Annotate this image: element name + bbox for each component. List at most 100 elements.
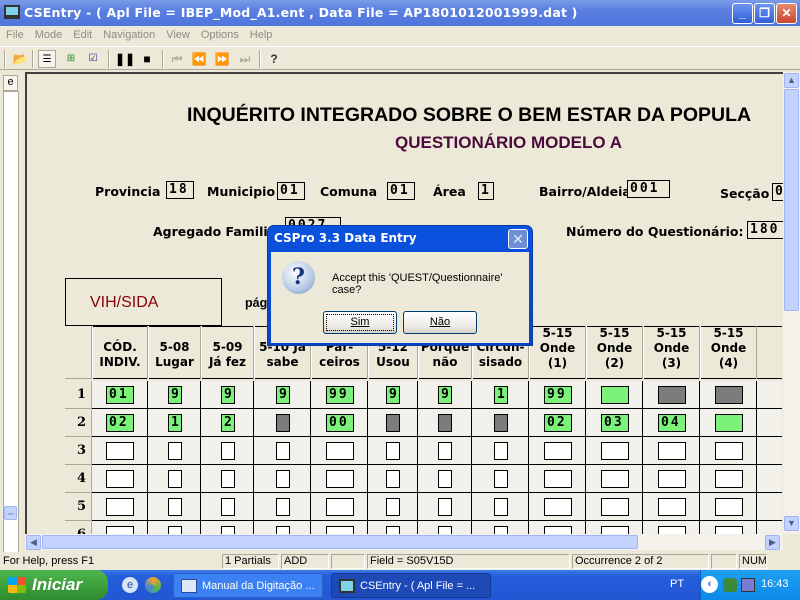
area-field[interactable]: 1 [478,182,494,200]
entry-field[interactable] [168,526,182,534]
scroll-left-icon[interactable]: ◀ [26,535,41,550]
entry-field[interactable] [544,442,572,460]
entry-field[interactable] [106,470,134,488]
menu-file[interactable]: File [0,26,29,41]
entry-field[interactable] [494,526,508,534]
menu-help[interactable]: Help [244,26,278,41]
case-tree-tab[interactable]: e [3,75,18,91]
entry-field[interactable] [221,470,235,488]
entry-field[interactable] [715,470,743,488]
entry-field[interactable]: 1 [494,386,508,404]
clock[interactable]: 16:43 [761,578,789,590]
row-number[interactable]: 5 [65,493,92,521]
start-button[interactable]: Iniciar [0,570,108,600]
dialog-close-button[interactable]: ✕ [508,229,528,249]
entry-field[interactable]: 99 [544,386,572,404]
entry-field[interactable] [221,442,235,460]
entry-field[interactable]: 1 [168,414,182,432]
show-hidden-icons-icon[interactable]: ‹ [701,576,718,593]
entry-field[interactable] [168,498,182,516]
entry-field[interactable] [658,498,686,516]
entry-field[interactable] [601,442,629,460]
entry-field[interactable] [276,442,290,460]
entry-field[interactable] [601,386,629,404]
entry-field[interactable]: 2 [221,414,235,432]
horizontal-scrollbar[interactable]: ◀ ▶ [25,534,783,550]
network-warning-icon[interactable] [723,578,737,592]
entry-field[interactable] [658,470,686,488]
provincia-field[interactable]: 18 [166,181,194,199]
entry-field[interactable] [168,442,182,460]
entry-field[interactable]: 99 [326,386,354,404]
entry-field[interactable] [106,442,134,460]
entry-field[interactable] [386,526,400,534]
menu-edit[interactable]: Edit [67,26,97,41]
entry-field[interactable] [106,526,134,534]
entry-field[interactable] [544,526,572,534]
entry-field[interactable] [326,498,354,516]
comuna-field[interactable]: 01 [387,182,415,200]
open-icon[interactable]: 📂 [11,50,29,68]
verify-icon[interactable]: ☑ [84,50,102,68]
help-icon[interactable]: ? [265,50,283,68]
quicklaunch-ie-icon[interactable]: e [122,577,138,593]
entry-field[interactable] [168,470,182,488]
previous-icon[interactable]: ⏪ [190,50,208,68]
entry-field[interactable] [276,498,290,516]
scroll-up-icon[interactable]: ▲ [784,73,799,88]
task-manual-digitacao[interactable]: Manual da Digitação ... [173,573,323,598]
entry-field[interactable]: 9 [438,386,452,404]
entry-field[interactable] [276,414,290,432]
entry-field[interactable] [715,414,743,432]
entry-field[interactable]: 9 [386,386,400,404]
entry-field[interactable] [438,442,452,460]
menu-navigation[interactable]: Navigation [97,26,160,41]
close-button[interactable]: ✕ [776,3,797,24]
entry-field[interactable] [438,526,452,534]
entry-field[interactable] [438,414,452,432]
entry-field[interactable] [715,386,743,404]
row-number[interactable]: 2 [65,409,92,437]
vertical-scrollbar[interactable]: ▲ ▼ [783,72,800,534]
first-icon[interactable]: ⏮ [168,50,186,68]
entry-field[interactable] [494,470,508,488]
entry-field[interactable]: 02 [106,414,134,432]
last-icon[interactable]: ⏭ [236,50,254,68]
bairro-field[interactable]: 001 [627,180,670,198]
entry-field[interactable] [386,414,400,432]
entry-field[interactable]: 9 [221,386,235,404]
entry-field[interactable]: 04 [658,414,686,432]
entry-field[interactable]: 00 [326,414,354,432]
pause-icon[interactable]: ❚❚ [115,50,135,68]
row-number[interactable]: 1 [65,381,92,409]
entry-field[interactable] [221,498,235,516]
entry-field[interactable] [221,526,235,534]
entry-field[interactable] [438,498,452,516]
entry-field[interactable] [386,498,400,516]
minimize-button[interactable]: _ [732,3,753,24]
horizontal-scroll-thumb[interactable] [42,535,638,549]
municipio-field[interactable]: 01 [277,182,305,200]
entry-field[interactable] [601,470,629,488]
entry-field[interactable] [326,526,354,534]
stop-icon[interactable]: ■ [138,50,156,68]
entry-field[interactable]: 9 [276,386,290,404]
entry-field[interactable]: 01 [106,386,134,404]
next-icon[interactable]: ⏩ [213,50,231,68]
entry-field[interactable] [658,526,686,534]
menu-mode[interactable]: Mode [29,26,68,41]
row-number[interactable]: 4 [65,465,92,493]
case-tree-list[interactable] [3,91,19,596]
entry-field[interactable] [494,414,508,432]
insert-icon[interactable]: ⊞ [62,50,80,68]
entry-field[interactable] [601,526,629,534]
entry-field[interactable] [658,442,686,460]
menu-options[interactable]: Options [195,26,244,41]
add-case-icon[interactable]: ☰ [38,50,56,68]
quicklaunch-mediaplayer-icon[interactable] [145,577,161,593]
task-csentry[interactable]: CSEntry - ( Apl File = ... [331,573,491,598]
menu-view[interactable]: View [160,26,195,41]
vertical-scroll-thumb[interactable] [784,89,799,311]
entry-field[interactable]: 9 [168,386,182,404]
entry-field[interactable] [494,442,508,460]
